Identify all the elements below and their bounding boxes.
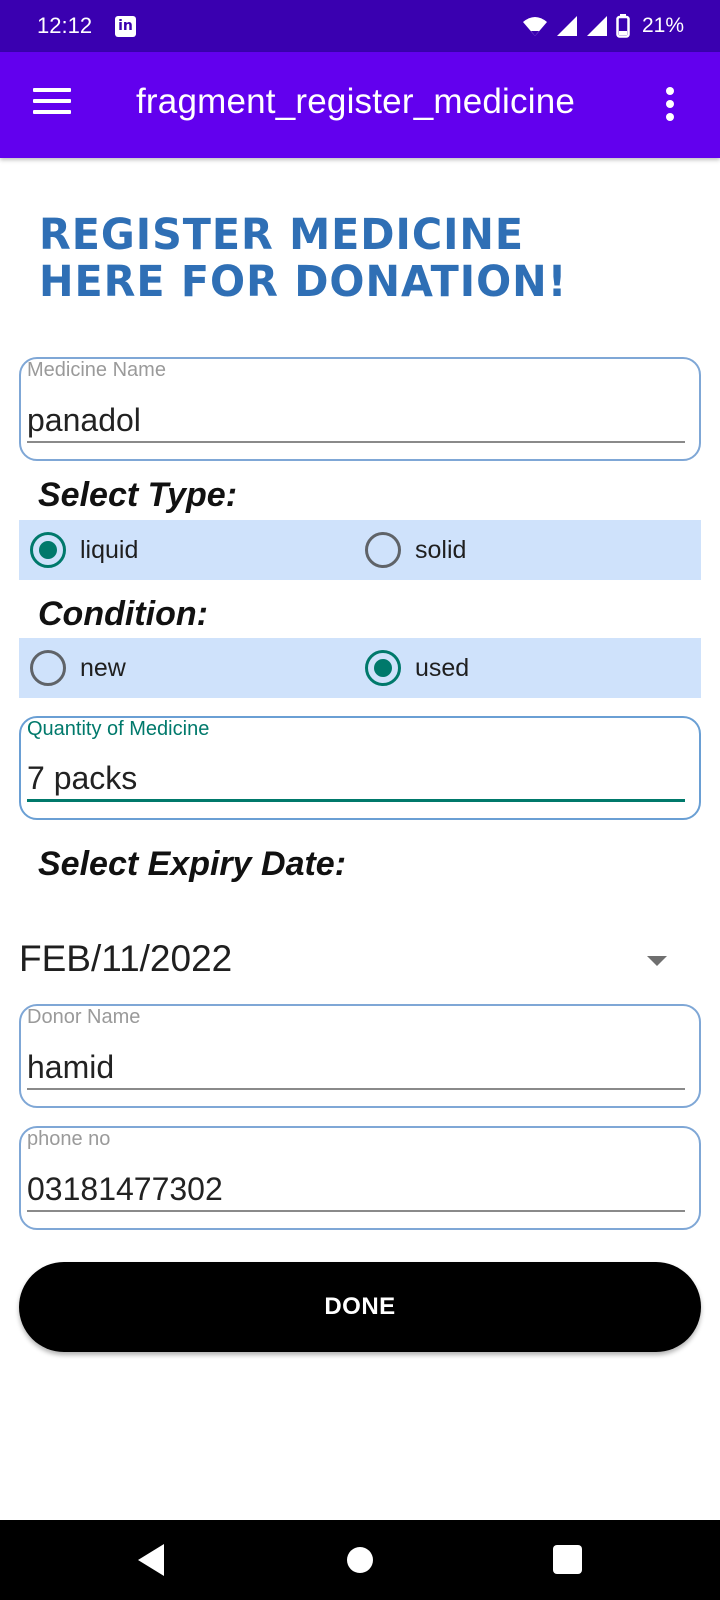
donor-name-label: Donor Name bbox=[27, 1006, 141, 1028]
radio-button-icon bbox=[365, 650, 401, 686]
radio-solid-label: solid bbox=[415, 535, 467, 564]
quantity-input[interactable] bbox=[27, 758, 685, 802]
linkedin-icon: in bbox=[115, 16, 136, 37]
condition-label: Condition: bbox=[38, 595, 208, 633]
status-icons: 21% bbox=[522, 12, 684, 40]
radio-solid[interactable]: solid bbox=[365, 520, 466, 580]
quantity-field: Quantity of Medicine bbox=[19, 716, 701, 820]
signal-icon bbox=[556, 16, 577, 36]
back-icon[interactable] bbox=[138, 1544, 164, 1576]
medicine-name-label: Medicine Name bbox=[27, 359, 166, 381]
overflow-menu-icon[interactable] bbox=[664, 87, 676, 121]
quantity-label: Quantity of Medicine bbox=[27, 718, 210, 740]
medicine-name-input[interactable] bbox=[27, 399, 685, 443]
done-button[interactable]: DONE bbox=[19, 1262, 701, 1352]
radio-button-icon bbox=[30, 650, 66, 686]
hamburger-menu-icon[interactable] bbox=[33, 88, 71, 118]
phone-input[interactable] bbox=[27, 1168, 685, 1212]
dropdown-arrow-icon bbox=[647, 956, 667, 966]
phone-field: phone no bbox=[19, 1126, 701, 1230]
radio-used[interactable]: used bbox=[365, 638, 469, 698]
status-bar: 12:12 in 21% bbox=[0, 0, 720, 52]
wifi-icon bbox=[522, 17, 547, 36]
expiry-date-value: FEB/11/2022 bbox=[19, 938, 233, 979]
radio-used-label: used bbox=[415, 653, 470, 682]
signal-icon-2 bbox=[586, 16, 607, 36]
home-icon[interactable] bbox=[347, 1547, 373, 1573]
donor-name-input[interactable] bbox=[27, 1046, 685, 1090]
recents-icon[interactable] bbox=[553, 1545, 582, 1574]
phone-label: phone no bbox=[27, 1128, 111, 1150]
radio-new[interactable]: new bbox=[30, 638, 126, 698]
medicine-name-field: Medicine Name bbox=[19, 357, 701, 461]
radio-liquid[interactable]: liquid bbox=[30, 520, 138, 580]
status-time: 12:12 bbox=[37, 13, 93, 38]
radio-new-label: new bbox=[80, 653, 126, 682]
radio-liquid-label: liquid bbox=[80, 535, 139, 564]
app-bar: fragment_register_medicine bbox=[0, 52, 720, 158]
condition-radio-group: new used bbox=[19, 638, 701, 698]
donor-name-field: Donor Name bbox=[19, 1004, 701, 1108]
expiry-date-label: Select Expiry Date: bbox=[38, 845, 347, 883]
battery-level: 21% bbox=[641, 14, 684, 37]
app-title: fragment_register_medicine bbox=[136, 82, 576, 121]
page-heading: Register Medicine Here For Donation! bbox=[39, 210, 568, 307]
battery-icon bbox=[616, 14, 630, 38]
radio-button-icon bbox=[365, 532, 401, 568]
radio-button-icon bbox=[30, 532, 66, 568]
type-radio-group: liquid solid bbox=[19, 520, 701, 580]
expiry-date-spinner[interactable]: FEB/11/2022 bbox=[19, 936, 679, 986]
select-type-label: Select Type: bbox=[38, 476, 238, 514]
system-nav-bar bbox=[0, 1520, 720, 1600]
